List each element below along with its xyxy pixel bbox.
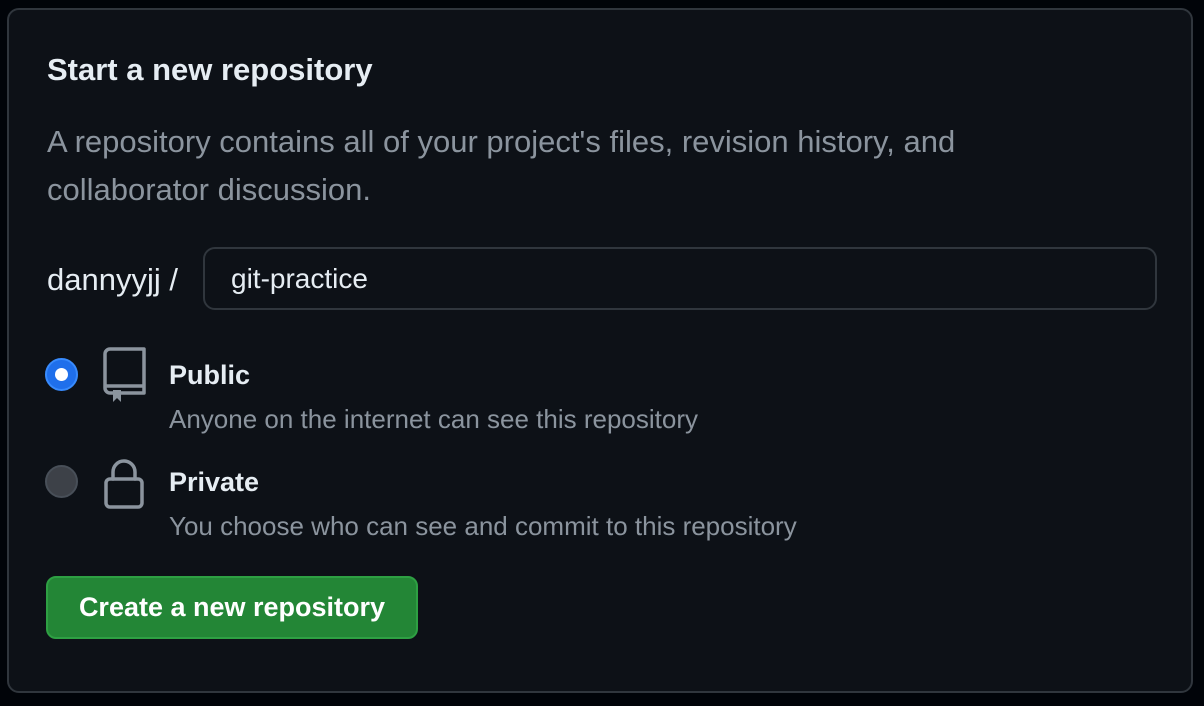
new-repository-panel: Start a new repository A repository cont… [7,8,1193,693]
panel-description: A repository contains all of your projec… [47,124,956,207]
public-description: Anyone on the internet can see this repo… [169,404,698,434]
owner-label: dannyyjj / [47,262,178,297]
private-radio[interactable] [45,465,78,498]
public-radio[interactable] [45,358,78,391]
create-repository-button[interactable]: Create a new repository [46,576,418,639]
public-label: Public [169,360,251,390]
repository-name-input[interactable] [203,247,1157,310]
private-description: You choose who can see and commit to thi… [169,511,797,541]
visibility-option-private[interactable]: Private You choose who can see and commi… [45,453,945,543]
lock-icon [104,459,144,509]
visibility-option-public[interactable]: Public Anyone on the internet can see th… [45,346,945,436]
private-label: Private [169,467,260,497]
repo-icon [103,347,146,402]
panel-title: Start a new repository [47,52,373,87]
